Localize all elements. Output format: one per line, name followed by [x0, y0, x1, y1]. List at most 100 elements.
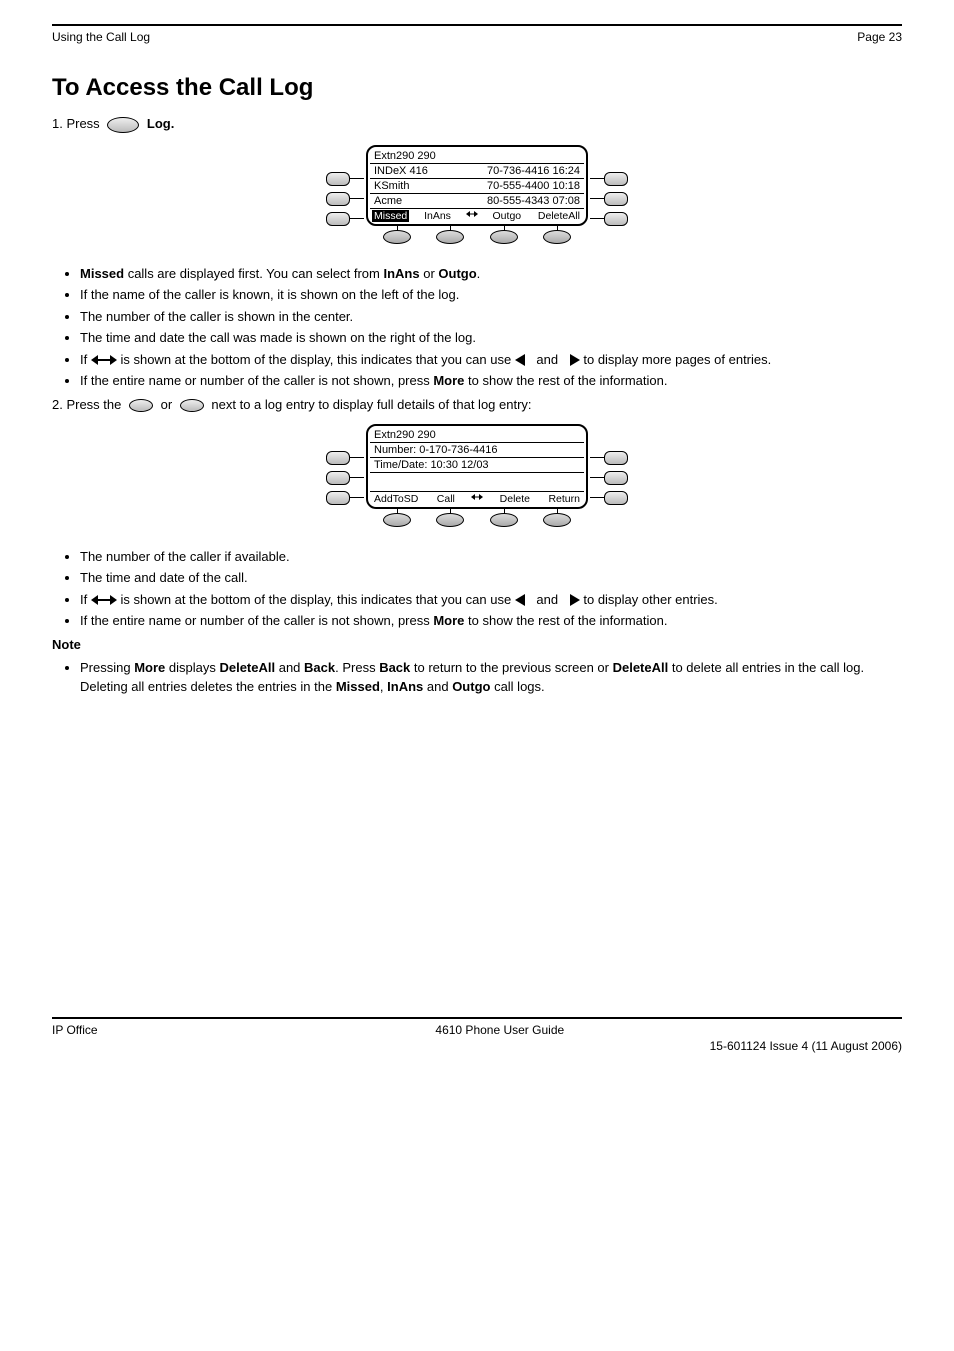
- bullet-item: The number of the caller if available.: [80, 547, 902, 567]
- double-arrow-icon: [466, 210, 478, 218]
- bullet-item: If the name of the caller is known, it i…: [80, 285, 902, 305]
- log-button-icon: [107, 117, 139, 133]
- side-button-icon: [326, 212, 350, 226]
- side-button-icon: [326, 192, 350, 206]
- side-button-icon: [604, 491, 628, 505]
- softkey-buttons: [364, 509, 590, 529]
- log-name: KSmith: [374, 180, 409, 192]
- side-button-icon: [604, 192, 628, 206]
- softkey-outgo: Outgo: [491, 210, 524, 222]
- bullet-item: If is shown at the bottom of the display…: [80, 590, 902, 610]
- detail-row: Number: 0-170-736-4416: [370, 443, 584, 458]
- bullet-item: Missed calls are displayed first. You ca…: [80, 264, 902, 284]
- softkey-call: Call: [435, 493, 457, 505]
- side-button-icon: [326, 471, 350, 485]
- bullet-item: The number of the caller is shown in the…: [80, 307, 902, 327]
- detail-row: Time/Date: 10:30 12/03: [370, 458, 584, 473]
- softkey-button-icon: [490, 513, 518, 527]
- side-button-icon: [326, 451, 350, 465]
- lcd-screen: Extn290 290 INDeX 416 70-736-4416 16:24 …: [366, 145, 588, 226]
- number-value: Number: 0-170-736-4416: [374, 444, 498, 456]
- log-name: Acme: [374, 195, 402, 207]
- header-left: Using the Call Log: [52, 30, 150, 44]
- softkey-return: Return: [546, 493, 582, 505]
- section-title: To Access the Call Log: [52, 74, 902, 102]
- page-footer: IP Office 4610 Phone User Guide 15-60112…: [52, 1017, 902, 1053]
- softkey-buttons: [364, 226, 590, 246]
- right-side-button-icon: [180, 399, 204, 412]
- left-side-buttons: [326, 145, 364, 229]
- side-button-icon: [604, 451, 628, 465]
- footer-right: 15-601124 Issue 4 (11 August 2006): [52, 1039, 902, 1053]
- step-2: 2. Press the or next to a log entry to d…: [52, 397, 902, 412]
- bullet-item: If the entire name or number of the call…: [80, 371, 902, 391]
- left-side-button-icon: [129, 399, 153, 412]
- log-row: KSmith 70-555-4400 10:18: [370, 179, 584, 194]
- softkey-addtosd: AddToSD: [372, 493, 420, 505]
- side-button-icon: [604, 471, 628, 485]
- bullet-item: If the entire name or number of the call…: [80, 611, 902, 631]
- step-1: 1. Press Log.: [52, 116, 902, 133]
- softkey-button-icon: [543, 513, 571, 527]
- bullet-list-1: Missed calls are displayed first. You ca…: [52, 264, 902, 391]
- step1-suffix: Log.: [147, 116, 174, 131]
- log-detail: 70-736-4416 16:24: [487, 165, 580, 177]
- bullet-item: The time and date of the call.: [80, 568, 902, 588]
- bullet-item: Pressing More displays DeleteAll and Bac…: [80, 658, 902, 697]
- screen-title-row: Extn290 290: [370, 149, 584, 164]
- right-arrow-icon: [570, 594, 580, 606]
- log-name: INDeX 416: [374, 165, 428, 177]
- log-row: INDeX 416 70-736-4416 16:24: [370, 164, 584, 179]
- bullet-item: If is shown at the bottom of the display…: [80, 350, 902, 370]
- left-side-buttons: [326, 424, 364, 508]
- softkey-inans: InAns: [422, 210, 453, 222]
- note-bullets: Pressing More displays DeleteAll and Bac…: [52, 658, 902, 697]
- side-button-icon: [604, 212, 628, 226]
- side-button-icon: [326, 491, 350, 505]
- phone-screen-1: Extn290 290 INDeX 416 70-736-4416 16:24 …: [52, 145, 902, 246]
- right-side-buttons: [590, 424, 628, 508]
- softkey-button-icon: [436, 230, 464, 244]
- log-row: Acme 80-555-4343 07:08: [370, 194, 584, 208]
- softkey-row: AddToSD Call Delete Return: [370, 492, 584, 505]
- footer-center: 4610 Phone User Guide: [98, 1023, 902, 1037]
- screen-title: Extn290 290: [374, 429, 436, 441]
- phone-screen-2: Extn290 290 Number: 0-170-736-4416 Time/…: [52, 424, 902, 529]
- softkey-button-icon: [436, 513, 464, 527]
- softkey-row: Missed InAns Outgo DeleteAll: [370, 208, 584, 222]
- softkey-deleteall: DeleteAll: [536, 210, 582, 222]
- right-arrow-icon: [570, 354, 580, 366]
- step2-suffix: next to a log entry to display full deta…: [211, 397, 531, 412]
- double-arrow-icon: [91, 354, 117, 366]
- right-side-buttons: [590, 145, 628, 229]
- softkey-delete: Delete: [498, 493, 532, 505]
- timedate-value: Time/Date: 10:30 12/03: [374, 459, 489, 471]
- header-rule: [52, 24, 902, 26]
- step1-prefix: 1. Press: [52, 116, 103, 131]
- footer-rule: [52, 1017, 902, 1019]
- softkey-button-icon: [490, 230, 518, 244]
- softkey-button-icon: [543, 230, 571, 244]
- softkey-missed: Missed: [372, 210, 409, 222]
- softkey-button-icon: [383, 230, 411, 244]
- log-detail: 80-555-4343 07:08: [487, 195, 580, 207]
- lcd-screen: Extn290 290 Number: 0-170-736-4416 Time/…: [366, 424, 588, 509]
- double-arrow-icon: [91, 594, 117, 606]
- note-label: Note: [52, 637, 81, 652]
- softkey-button-icon: [383, 513, 411, 527]
- note-block: Note: [52, 637, 902, 652]
- bullet-list-2: The number of the caller if available. T…: [52, 547, 902, 631]
- double-arrow-icon: [471, 493, 483, 501]
- screen-title-row: Extn290 290: [370, 428, 584, 443]
- screen-title: Extn290 290: [374, 150, 436, 162]
- left-arrow-icon: [515, 594, 525, 606]
- blank-row: [370, 473, 584, 492]
- footer-left: IP Office: [52, 1023, 98, 1037]
- side-button-icon: [604, 172, 628, 186]
- side-button-icon: [326, 172, 350, 186]
- page-header: Using the Call Log Page 23: [52, 30, 902, 44]
- left-arrow-icon: [515, 354, 525, 366]
- step2-prefix: 2. Press the: [52, 397, 125, 412]
- log-detail: 70-555-4400 10:18: [487, 180, 580, 192]
- bullet-item: The time and date the call was made is s…: [80, 328, 902, 348]
